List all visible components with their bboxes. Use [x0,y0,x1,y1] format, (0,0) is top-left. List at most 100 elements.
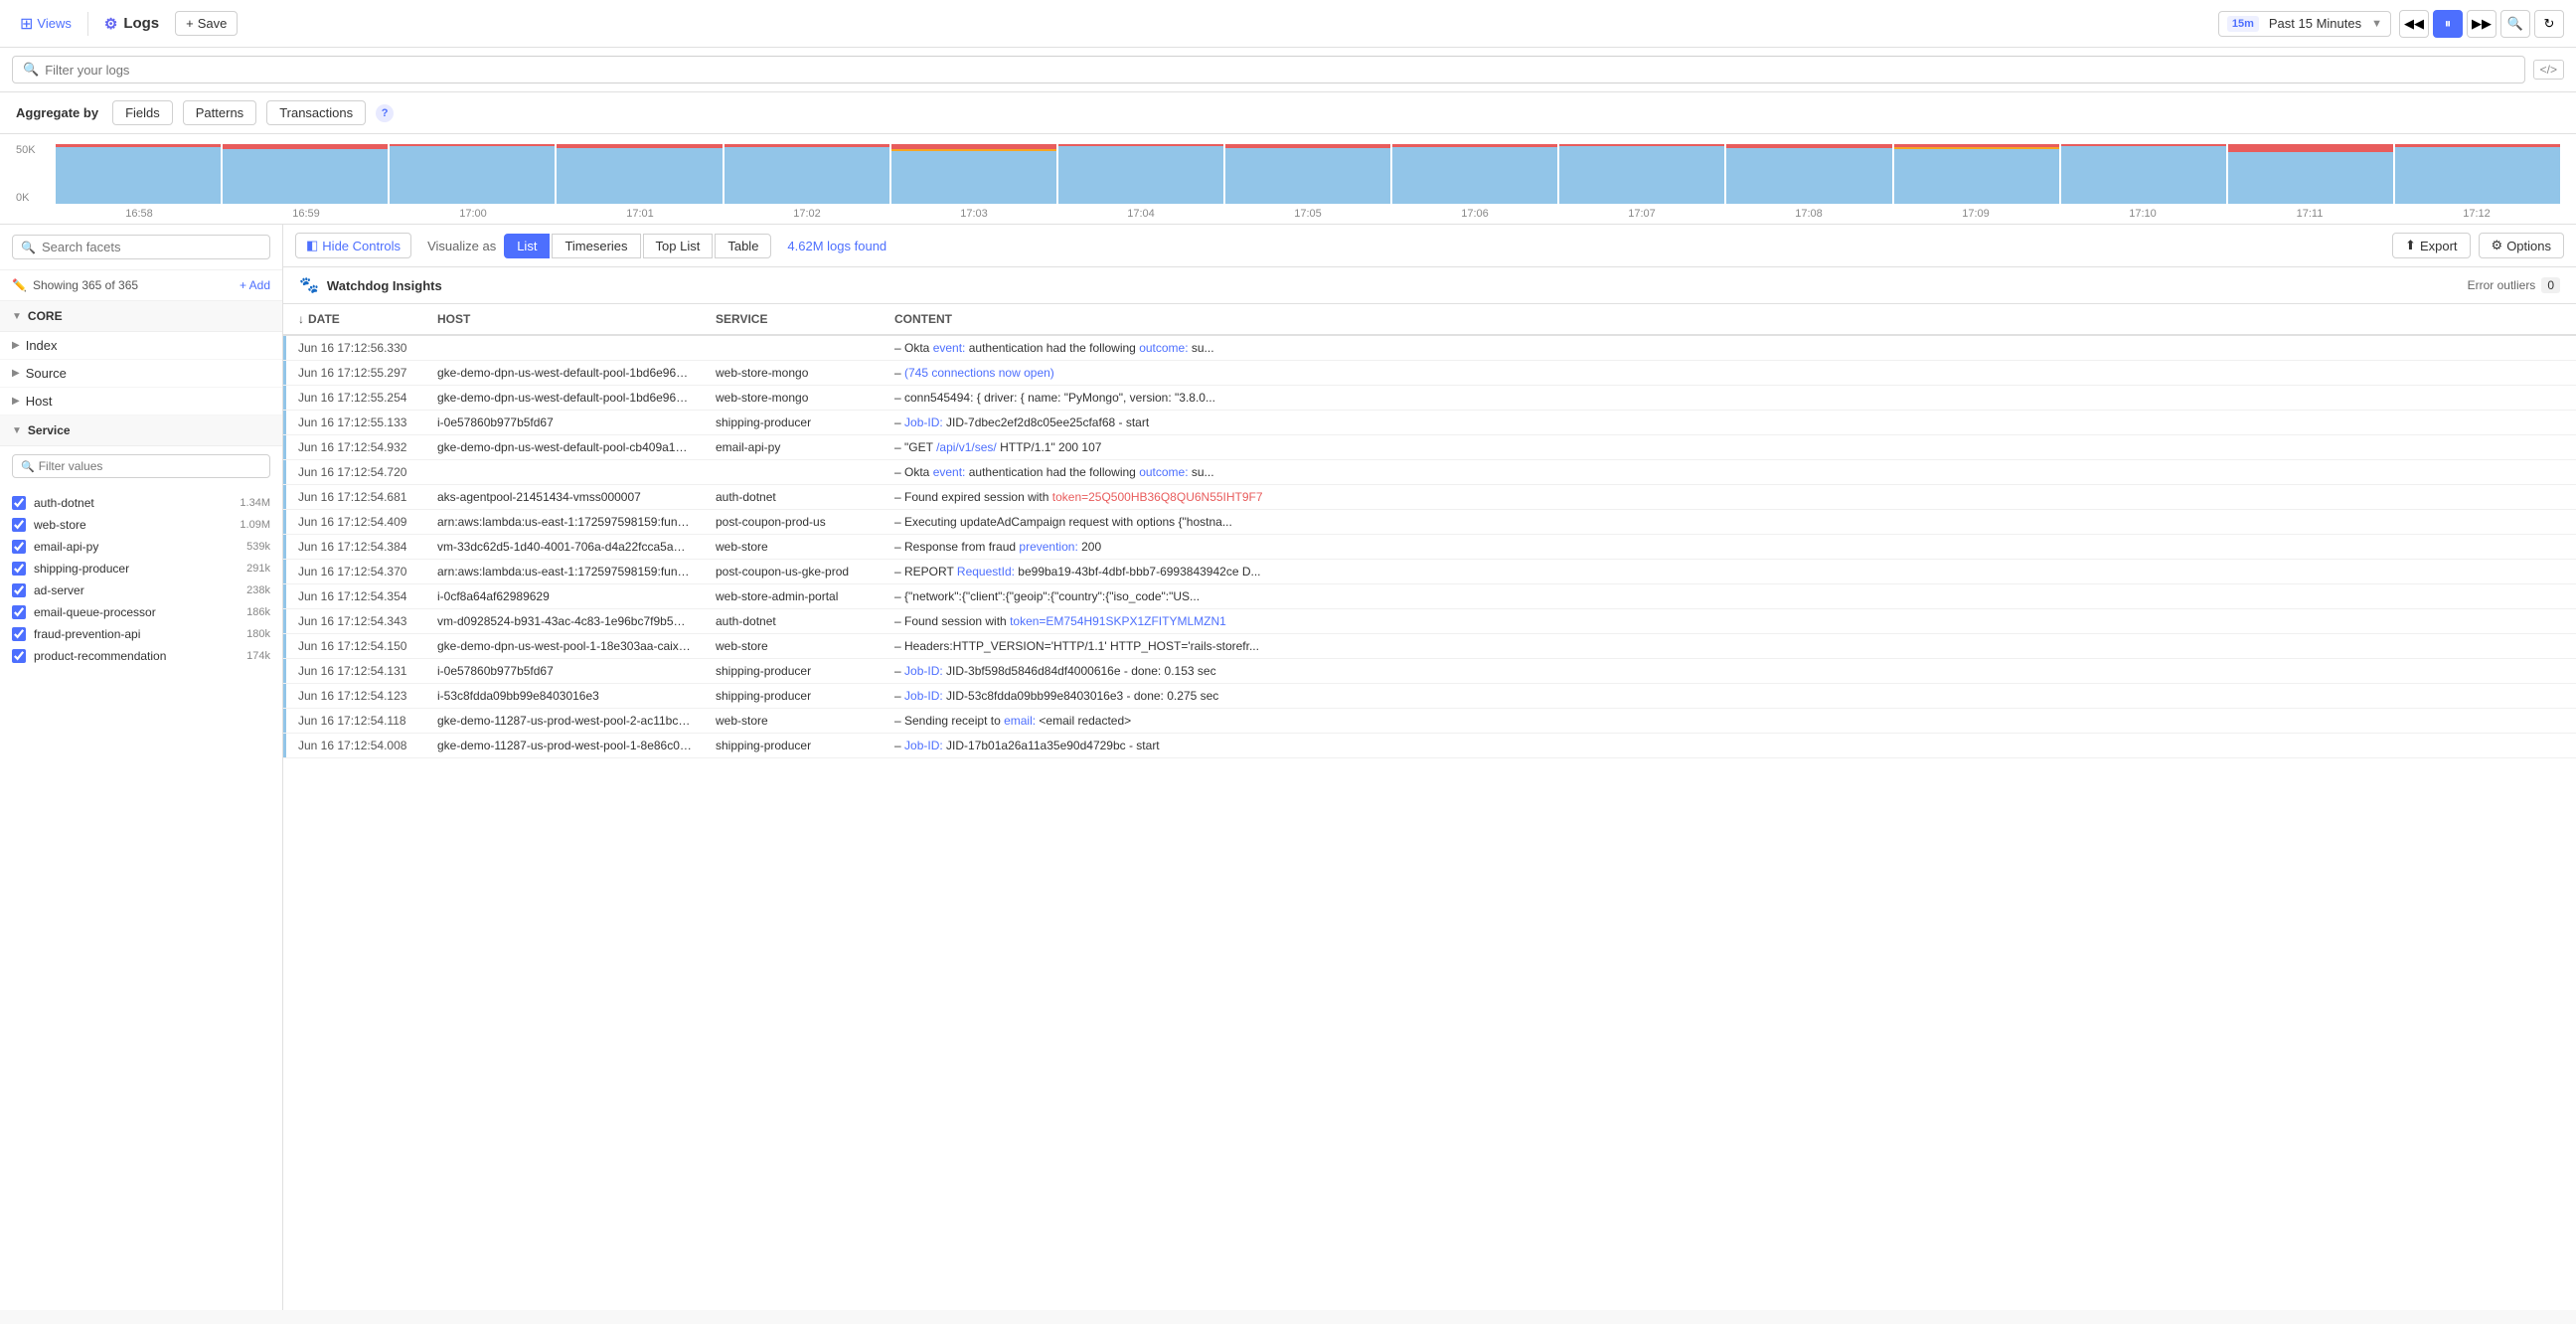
row-date: Jun 16 17:12:54.384 [286,535,425,560]
logs-icon: ⚙ [104,15,117,33]
save-button[interactable]: + Save [175,11,238,36]
time-selector[interactable]: 15m Past 15 Minutes ▼ [2218,11,2391,37]
export-button[interactable]: ⬆ Export [2392,233,2470,258]
col-service-header[interactable]: SERVICE [704,304,883,335]
table-row[interactable]: Jun 16 17:12:56.330 – Okta event: authen… [283,335,2576,361]
service-count: 1.09M [240,519,270,531]
viz-tab-list[interactable]: List [504,234,550,258]
row-host: gke-demo-dpn-us-west-default-pool-1bd6e9… [425,386,704,411]
row-date: Jun 16 17:12:54.150 [286,634,425,659]
table-row[interactable]: Jun 16 17:12:54.123 i-53c8fdda09bb99e840… [283,684,2576,709]
table-row[interactable]: Jun 16 17:12:54.409 arn:aws:lambda:us-ea… [283,510,2576,535]
row-date: Jun 16 17:12:54.123 [286,684,425,709]
table-row[interactable]: Jun 16 17:12:55.133 i-0e57860b977b5fd67 … [283,411,2576,435]
pause-button[interactable]: ⏸ [2433,10,2463,38]
chart-label-9: 17:07 [1558,208,1725,220]
search-button[interactable]: 🔍 [2500,10,2530,38]
table-row[interactable]: Jun 16 17:12:55.254 gke-demo-dpn-us-west… [283,386,2576,411]
section-core-header[interactable]: ▼ CORE [0,301,282,332]
table-row[interactable]: Jun 16 17:12:54.384 vm-33dc62d5-1d40-400… [283,535,2576,560]
service-count: 1.34M [240,497,270,509]
row-content: – conn545494: { driver: { name: "PyMongo… [883,386,2576,411]
views-label: Views [37,16,71,31]
col-host-header[interactable]: HOST [425,304,704,335]
section-service-header[interactable]: ▼ Service [0,415,282,446]
row-content: – Job-ID: JID-53c8fdda09bb99e8403016e3 -… [883,684,2576,709]
views-button[interactable]: ⊞ Views [12,10,80,38]
chart-label-13: 17:11 [2226,208,2393,220]
table-row[interactable]: Jun 16 17:12:54.932 gke-demo-dpn-us-west… [283,435,2576,460]
service-checkbox-auth-dotnet[interactable] [12,496,26,510]
table-row[interactable]: Jun 16 17:12:54.343 vm-d0928524-b931-43a… [283,609,2576,634]
chart-label-0: 16:58 [56,208,223,220]
row-service: web-store-mongo [704,361,883,386]
service-checkbox-product-recommendation[interactable] [12,649,26,663]
row-date: Jun 16 17:12:54.932 [286,435,425,460]
aggregate-label: Aggregate by [16,105,98,120]
code-mode-button[interactable]: </> [2533,60,2564,80]
row-content: – Executing updateAdCampaign request wit… [883,510,2576,535]
table-row[interactable]: Jun 16 17:12:54.131 i-0e57860b977b5fd67 … [283,659,2576,684]
add-facet-button[interactable]: + Add [240,278,270,292]
service-name: email-api-py [34,540,239,554]
chart-time-labels: 16:58 16:59 17:00 17:01 17:02 17:03 17:0… [16,204,2560,224]
showing-row: ✏️ Showing 365 of 365 + Add [0,270,282,301]
service-count: 291k [246,563,270,575]
table-row[interactable]: Jun 16 17:12:54.354 i-0cf8a64af62989629 … [283,584,2576,609]
row-content: – (745 connections now open) [883,361,2576,386]
table-row[interactable]: Jun 16 17:12:54.150 gke-demo-dpn-us-west… [283,634,2576,659]
chart-container: 50K 0K (function() { const heights = [85… [0,134,2576,225]
service-checkbox-email-api-py[interactable] [12,540,26,554]
row-host: arn:aws:lambda:us-east-1:172597598159:fu… [425,560,704,584]
aggregate-transactions-button[interactable]: Transactions [266,100,366,125]
table-row[interactable]: Jun 16 17:12:54.370 arn:aws:lambda:us-ea… [283,560,2576,584]
col-content-header[interactable]: CONTENT [883,304,2576,335]
service-item-web-store: web-store 1.09M [0,514,282,536]
service-checkbox-fraud-prevention-api[interactable] [12,627,26,641]
table-row[interactable]: Jun 16 17:12:54.720 – Okta event: authen… [283,460,2576,485]
forward-button[interactable]: ▶▶ [2467,10,2496,38]
hide-controls-button[interactable]: ◧ Hide Controls [295,233,411,258]
row-content: – Job-ID: JID-7dbec2ef2d8c05ee25cfaf68 -… [883,411,2576,435]
service-section-title: Service [28,423,270,437]
filter-values-input[interactable] [39,459,261,473]
facets-search-input[interactable] [42,240,261,254]
service-checkbox-shipping-producer[interactable] [12,562,26,576]
searchbar: 🔍 </> [0,48,2576,92]
viz-tab-table[interactable]: Table [715,234,771,258]
row-date: Jun 16 17:12:54.354 [286,584,425,609]
sidebar-item-source[interactable]: ▶ Source [0,360,282,388]
rewind-button[interactable]: ◀◀ [2399,10,2429,38]
error-outliers-label: Error outliers [2468,278,2536,292]
row-host [425,460,704,485]
options-button[interactable]: ⚙ Options [2479,233,2564,258]
table-row[interactable]: Jun 16 17:12:54.008 gke-demo-11287-us-pr… [283,734,2576,758]
sidebar-item-host[interactable]: ▶ Host [0,388,282,415]
service-checkbox-ad-server[interactable] [12,583,26,597]
table-row[interactable]: Jun 16 17:12:54.118 gke-demo-11287-us-pr… [283,709,2576,734]
filter-search-icon: 🔍 [21,460,35,473]
aggregate-help-button[interactable]: ? [376,104,394,122]
table-row[interactable]: Jun 16 17:12:55.297 gke-demo-dpn-us-west… [283,361,2576,386]
refresh-button[interactable]: ↻ [2534,10,2564,38]
chart-label-3: 17:01 [557,208,724,220]
service-checkbox-web-store[interactable] [12,518,26,532]
sidebar-item-index[interactable]: ▶ Index [0,332,282,360]
row-host: i-0e57860b977b5fd67 [425,411,704,435]
row-content: – Found expired session with token=25Q50… [883,485,2576,510]
logs-label: Logs [123,15,159,32]
viz-tab-timeseries[interactable]: Timeseries [552,234,640,258]
table-row[interactable]: Jun 16 17:12:54.681 aks-agentpool-214514… [283,485,2576,510]
playback-controls: ◀◀ ⏸ ▶▶ 🔍 ↻ [2399,10,2564,38]
service-checkbox-email-queue-processor[interactable] [12,605,26,619]
aggregate-patterns-button[interactable]: Patterns [183,100,256,125]
log-filter-input[interactable] [45,63,2513,78]
viz-tab-toplist[interactable]: Top List [643,234,714,258]
grid-icon: ⊞ [20,14,33,34]
aggregate-fields-button[interactable]: Fields [112,100,173,125]
col-date-header[interactable]: ↓ DATE [286,304,425,335]
chart-y-max: 50K [16,144,36,156]
service-item-product-recommendation: product-recommendation 174k [0,645,282,667]
row-host: i-0cf8a64af62989629 [425,584,704,609]
row-service: shipping-producer [704,734,883,758]
